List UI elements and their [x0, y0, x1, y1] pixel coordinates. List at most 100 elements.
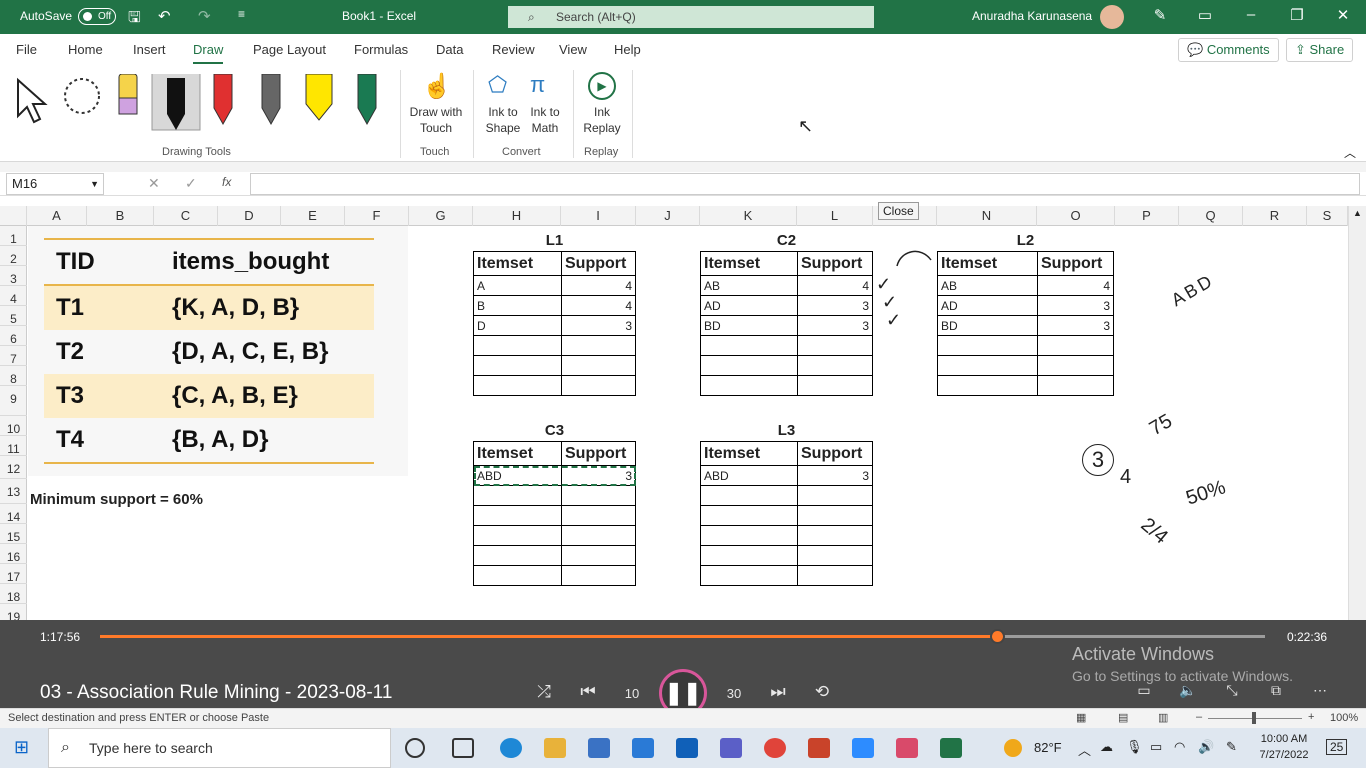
col-o[interactable]: O: [1037, 206, 1115, 226]
page-layout-view-icon[interactable]: ▤: [1118, 711, 1128, 724]
empty-cell[interactable]: [700, 505, 798, 526]
tab-formulas[interactable]: Formulas: [354, 42, 408, 57]
insert-function-icon[interactable]: fx: [222, 175, 231, 189]
row-6[interactable]: 6: [0, 326, 27, 346]
zoom-out-icon[interactable]: –: [1196, 711, 1202, 723]
row-2[interactable]: 2: [0, 246, 27, 266]
vertical-scrollbar[interactable]: ▲: [1348, 206, 1366, 620]
empty-cell[interactable]: [797, 355, 873, 376]
row-8[interactable]: 8: [0, 366, 27, 386]
formula-input[interactable]: [250, 173, 1360, 195]
empty-cell[interactable]: [700, 545, 798, 566]
support-cell[interactable]: 4: [561, 295, 636, 316]
l2-table[interactable]: Itemset Support AB 4 AD 3 BD 3: [937, 251, 1114, 396]
empty-cell[interactable]: [700, 525, 798, 546]
support-cell[interactable]: 3: [561, 465, 636, 486]
c2-table[interactable]: Itemset Support AB 4 AD 3 BD 3: [700, 251, 873, 396]
itemset-cell[interactable]: A: [473, 275, 562, 296]
empty-cell[interactable]: [937, 355, 1038, 376]
enter-icon[interactable]: ✓: [185, 175, 197, 192]
empty-cell[interactable]: [561, 565, 636, 586]
itemset-cell[interactable]: ABD: [473, 465, 562, 486]
autosave-toggle[interactable]: Off: [78, 8, 116, 25]
empty-cell[interactable]: [700, 565, 798, 586]
pen-icon[interactable]: ✎: [1145, 6, 1175, 24]
customize-qat-icon[interactable]: ≡: [238, 7, 245, 21]
edge-icon[interactable]: [500, 738, 522, 758]
tab-review[interactable]: Review: [492, 42, 535, 57]
support-cell[interactable]: 3: [1037, 315, 1114, 336]
empty-cell[interactable]: [1037, 375, 1114, 396]
row-1[interactable]: 1: [0, 226, 27, 246]
close-icon[interactable]: ✕: [1328, 6, 1358, 24]
outlook-icon[interactable]: [676, 738, 698, 758]
weather-icon[interactable]: [1004, 739, 1022, 757]
col-f[interactable]: F: [345, 206, 409, 226]
col-a[interactable]: A: [27, 206, 87, 226]
col-i[interactable]: I: [561, 206, 636, 226]
col-d[interactable]: D: [218, 206, 281, 226]
row-15[interactable]: 15: [0, 524, 27, 544]
task-view-icon[interactable]: [452, 738, 474, 758]
itemset-cell[interactable]: AB: [937, 275, 1038, 296]
normal-view-icon[interactable]: ▦: [1076, 711, 1086, 724]
tab-help[interactable]: Help: [614, 42, 641, 57]
empty-cell[interactable]: [473, 375, 562, 396]
seek-bar[interactable]: [100, 629, 1265, 644]
col-h[interactable]: H: [473, 206, 561, 226]
col-j[interactable]: J: [636, 206, 700, 226]
draw-with-touch-button[interactable]: Draw with Touch: [404, 104, 468, 136]
select-all[interactable]: [0, 206, 27, 226]
zoom-app-icon[interactable]: [852, 738, 874, 758]
itemset-cell[interactable]: AB: [700, 275, 798, 296]
scroll-up-icon[interactable]: ▲: [1353, 208, 1362, 218]
empty-cell[interactable]: [797, 335, 873, 356]
empty-cell[interactable]: [473, 355, 562, 376]
captions-icon[interactable]: ▭: [1132, 682, 1156, 699]
col-e[interactable]: E: [281, 206, 345, 226]
skip-forward-icon[interactable]: 30: [722, 686, 746, 701]
empty-cell[interactable]: [797, 565, 873, 586]
battery-icon[interactable]: ▭: [1150, 739, 1162, 755]
seek-handle[interactable]: [990, 629, 1006, 644]
next-icon[interactable]: ⏭: [766, 682, 790, 702]
col-k[interactable]: K: [700, 206, 797, 226]
ink-to-math-button[interactable]: Ink to Math: [524, 104, 566, 136]
app-icon[interactable]: [896, 738, 918, 758]
empty-cell[interactable]: [561, 375, 636, 396]
col-q[interactable]: Q: [1179, 206, 1243, 226]
row-9[interactable]: 9: [0, 386, 27, 416]
empty-cell[interactable]: [561, 545, 636, 566]
support-cell[interactable]: 3: [1037, 295, 1114, 316]
itemset-cell[interactable]: AD: [937, 295, 1038, 316]
col-n[interactable]: N: [937, 206, 1037, 226]
windows-start-icon[interactable]: ⊞: [14, 737, 29, 758]
volume-icon[interactable]: 🔈: [1176, 682, 1200, 699]
chrome-icon[interactable]: [764, 738, 786, 758]
name-box[interactable]: M16 ▼: [6, 173, 104, 195]
tab-insert[interactable]: Insert: [133, 42, 166, 57]
itemset-cell[interactable]: B: [473, 295, 562, 316]
row-14[interactable]: 14: [0, 504, 27, 524]
row-13[interactable]: 13: [0, 479, 27, 504]
save-icon[interactable]: 🖫: [128, 7, 141, 32]
zoom-in-icon[interactable]: +: [1308, 711, 1314, 723]
c3-table[interactable]: Itemset Support ABD 3: [473, 441, 636, 586]
empty-cell[interactable]: [937, 375, 1038, 396]
redo-icon[interactable]: ↷: [198, 7, 211, 25]
support-cell[interactable]: 3: [797, 295, 873, 316]
empty-cell[interactable]: [1037, 335, 1114, 356]
wifi-icon[interactable]: ◠: [1174, 739, 1185, 755]
itemset-cell[interactable]: BD: [937, 315, 1038, 336]
row-11[interactable]: 11: [0, 436, 27, 456]
tab-view[interactable]: View: [559, 42, 587, 57]
row-5[interactable]: 5: [0, 306, 27, 326]
clock-time[interactable]: 10:00 AM: [1256, 733, 1312, 745]
empty-cell[interactable]: [1037, 355, 1114, 376]
col-b[interactable]: B: [87, 206, 154, 226]
search-box[interactable]: ⌕ Search (Alt+Q): [508, 6, 874, 28]
avatar[interactable]: [1100, 5, 1124, 29]
empty-cell[interactable]: [473, 545, 562, 566]
empty-cell[interactable]: [561, 335, 636, 356]
empty-cell[interactable]: [561, 525, 636, 546]
